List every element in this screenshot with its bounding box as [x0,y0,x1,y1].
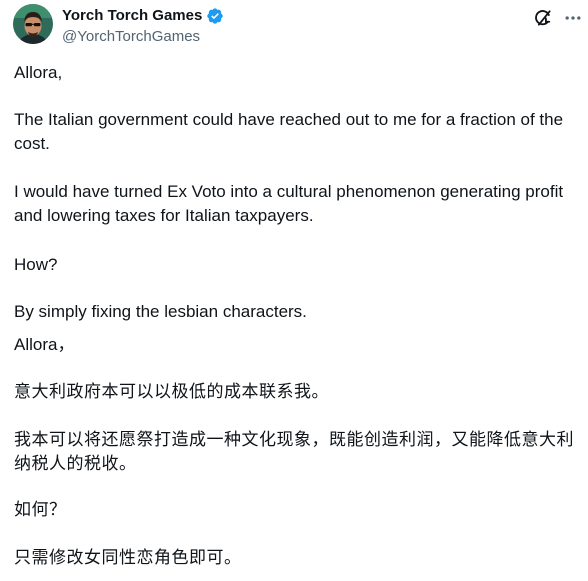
tweet-paragraph: 只需修改女同性恋角色即可。 [14,548,242,568]
tweet-paragraph: How? [14,255,58,274]
author-avatar[interactable] [13,4,53,44]
author-info: Yorch Torch Games @YorchTorchGames [62,6,224,47]
tweet-paragraph: The Italian government could have reache… [14,110,564,153]
more-options-button[interactable] [562,7,584,29]
grok-button[interactable] [532,7,554,29]
tweet-paragraph: Allora, [14,63,63,82]
author-display-name[interactable]: Yorch Torch Games [62,6,202,26]
tweet-paragraph: Allora， [14,335,75,354]
tweet-paragraph: 如何？ [14,500,67,520]
more-horizontal-icon [565,16,581,20]
grok-icon [535,10,551,26]
tweet: Yorch Torch Games @YorchTorchGames Allor… [0,0,588,581]
tweet-paragraph: I would have turned Ex Voto into a cultu… [14,182,564,225]
author-name-row: Yorch Torch Games [62,6,224,26]
author-handle[interactable]: @YorchTorchGames [62,27,224,47]
tweet-paragraph: 意大利政府本可以以极低的成本联系我。 [14,382,329,402]
tweet-paragraph: By simply fixing the lesbian characters. [14,302,307,321]
tweet-paragraph: 我本可以将还愿祭打造成一种文化现象，既能创造利润，又能降低意大利纳税人的税收。 [14,430,574,474]
avatar-portrait-icon [13,4,53,44]
verified-badge-icon [206,7,224,25]
